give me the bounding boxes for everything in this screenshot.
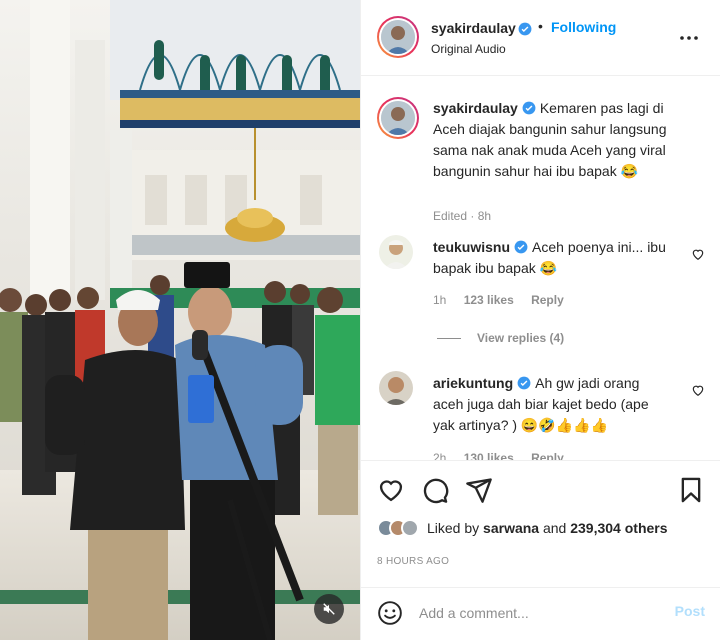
commenter-avatar[interactable] [379,235,413,269]
caption-avatar[interactable] [377,97,419,139]
comment-text-block: teukuwisnu Aceh poenya ini... ibu bapak i… [433,237,671,279]
reply-button[interactable]: Reply [531,293,564,307]
bookmark-icon[interactable] [677,476,705,504]
audio-link[interactable]: Original Audio [431,42,506,56]
replies-divider [437,337,461,339]
paper-plane-icon[interactable] [465,476,493,504]
comment-username[interactable]: ariekuntung [433,375,513,391]
liked-by-prefix: Liked by [427,520,480,536]
following-button[interactable]: Following [551,19,616,35]
caption-username[interactable]: syakirdaulay [433,100,518,116]
caption-time[interactable]: 8h [478,209,491,223]
emoji-icon[interactable] [377,600,403,626]
speaker-muted-icon [323,603,335,615]
comment-like-icon[interactable] [691,247,705,261]
post-panel: syakirdaulay • Following Original Audio [360,0,720,640]
view-replies-button[interactable]: View replies (4) [437,331,564,345]
commenter-avatar[interactable] [379,371,413,405]
comment-time[interactable]: 2h [433,451,446,460]
verified-badge-icon [517,376,531,390]
edited-label: Edited [433,209,468,223]
comment-meta: 1h 123 likes Reply [433,293,578,307]
view-replies-label: View replies (4) [477,331,565,345]
heart-icon[interactable] [377,476,405,504]
more-options-button[interactable] [677,26,701,50]
post-timestamp[interactable]: 8 HOURS AGO [377,556,449,567]
post-header: syakirdaulay • Following Original Audio [361,0,720,76]
liked-by-row: Liked by sarwana and 239,304 others [377,519,668,537]
post-actions: Liked by sarwana and 239,304 others 8 HO… [361,460,720,604]
verified-badge-icon [514,240,528,254]
comment-like-icon[interactable] [691,383,705,397]
author-username[interactable]: syakirdaulay [431,20,516,36]
comment-composer: Post [361,587,720,640]
comment-username[interactable]: teukuwisnu [433,239,510,255]
liker-username[interactable]: sarwana [483,520,539,536]
verified-badge-icon [518,22,532,36]
mute-button[interactable] [314,594,344,624]
caption-text-block: syakirdaulay Kemaren pas lagi di Aceh dia… [433,98,693,182]
comment-text-block: ariekuntung Ah gw jadi orang aceh juga da… [433,373,671,436]
author-avatar[interactable] [377,16,419,58]
post-button[interactable]: Post [675,603,705,619]
video-frame [0,0,360,640]
liker-avatar [401,519,419,537]
more-horizontal-icon [680,36,698,40]
comment-icon[interactable] [421,476,449,504]
comment-input[interactable] [419,600,649,626]
header-dot: • [538,18,543,34]
liked-by-joiner: and [542,520,567,536]
reply-button[interactable]: Reply [531,451,564,460]
comments-list[interactable]: syakirdaulay Kemaren pas lagi di Aceh dia… [361,77,720,460]
comment-meta: 2h 130 likes Reply [433,451,578,460]
comment-likes[interactable]: 130 likes [464,451,514,460]
video-player[interactable] [0,0,360,640]
liked-by-text: Liked by sarwana and 239,304 others [427,520,668,536]
verified-badge-icon [522,101,536,115]
comment-likes[interactable]: 123 likes [464,293,514,307]
likes-count[interactable]: 239,304 others [570,520,667,536]
caption-meta: Edited · 8h [433,209,491,223]
caption-dot: · [470,209,478,223]
comment-time[interactable]: 1h [433,293,446,307]
